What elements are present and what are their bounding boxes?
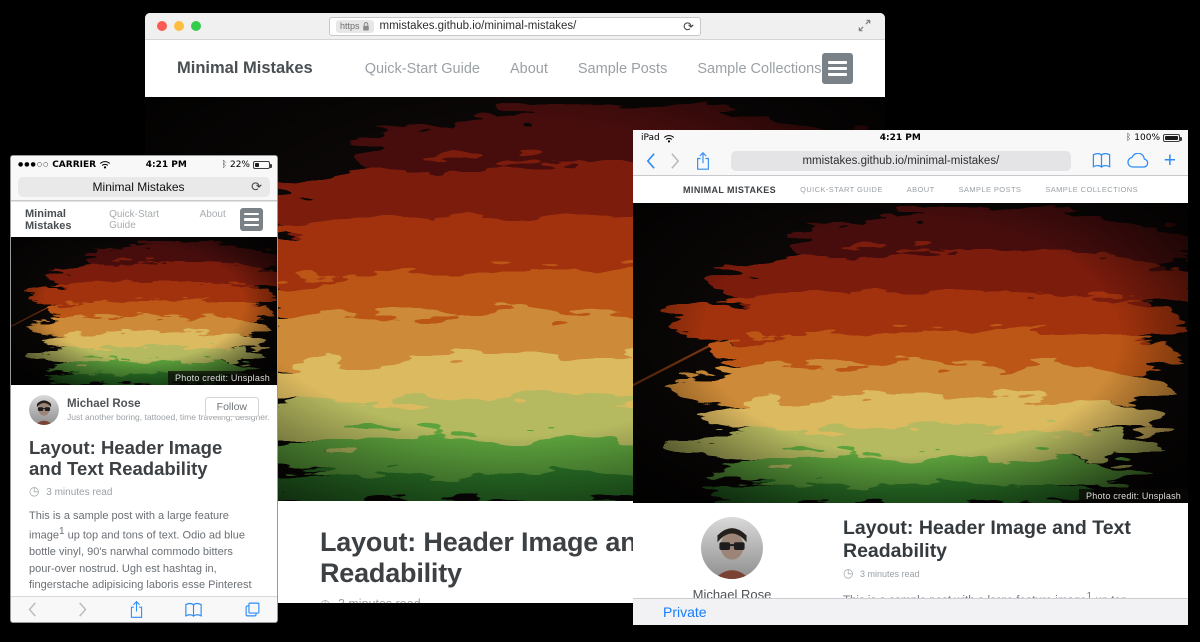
read-time: 3 minutes read [860,569,920,579]
post-title: Layout: Header Image and Text Readabilit… [29,437,259,480]
post-paragraph: This is a sample post with a large featu… [29,508,259,598]
carrier-label: CARRIER [52,160,96,170]
clock-icon: ◷ [843,566,853,580]
battery-icon [253,161,270,169]
post-paragraph: This is a sample post with a large featu… [843,589,1148,598]
post-meta: ◷ 3 minutes read [843,566,1148,580]
back-icon[interactable] [27,601,37,618]
https-badge: https [336,20,374,33]
battery-percent: 100% [1134,133,1160,143]
lock-icon [362,21,370,32]
status-time: 4:21 PM [111,160,222,170]
photo-credit-label: Photo credit: Unsplash [1079,489,1188,503]
leaves-photo [11,237,277,385]
menu-toggle-button[interactable] [240,208,263,231]
tabs-icon[interactable] [244,601,261,618]
browser-toolbar: https mmistakes.github.io/minimal-mistak… [145,13,885,40]
author-block: Michael Rose Just another boring, tattoo… [29,395,259,427]
site-masthead-mobile: Minimal Mistakes Quick-Start Guide About [11,201,277,237]
ipad-safari: iPad 4:21 PM ᛒ 100% mmistakes.github.io/… [633,130,1188,625]
nav-link-quick-start-guide[interactable]: Quick-Start Guide [800,185,883,194]
safari-toolbar: mmistakes.github.io/minimal-mistakes/ + [633,146,1188,176]
wifi-icon [99,160,111,169]
site-masthead: Minimal Mistakes Quick-Start Guide About… [145,40,885,97]
safari-bottom-toolbar [11,596,277,622]
nav-link-sample-posts[interactable]: Sample Posts [578,61,667,77]
zoom-window-icon[interactable] [191,21,201,31]
bookmarks-icon[interactable] [184,602,203,618]
post-article: Michael Rose Just another boring, tattoo… [11,385,277,598]
https-label: https [340,21,360,31]
clock-icon: ◷ [320,597,330,603]
wifi-icon [663,134,675,143]
bluetooth-icon: ᛒ [222,160,227,170]
window-controls [157,21,201,31]
site-title-link[interactable]: Minimal Mistakes [177,59,313,78]
follow-button[interactable]: Follow [205,397,259,417]
post-meta: ◷ 3 minutes read [29,484,259,498]
close-window-icon[interactable] [157,21,167,31]
menu-toggle-button[interactable] [822,53,853,84]
reload-icon[interactable]: ⟳ [251,180,262,193]
iphone-status-bar: ●●●○○ CARRIER 4:21 PM ᛒ 22% [11,156,277,173]
responsive-preview-stage: https mmistakes.github.io/minimal-mistak… [0,0,1200,642]
nav-link-about[interactable]: About [510,61,548,77]
ipad-address-bar[interactable]: mmistakes.github.io/minimal-mistakes/ [731,151,1071,171]
nav-link-sample-collections[interactable]: Sample Collections [1045,185,1138,194]
photo-credit-label: Photo credit: Unsplash [168,371,277,385]
author-block: Michael Rose Just another boring, tattoo… [663,517,801,598]
feature-image: Photo credit: Unsplash [11,237,277,385]
private-button[interactable]: Private [663,604,707,620]
site-title-link[interactable]: Minimal Mistakes [683,185,776,195]
battery-icon [1163,134,1180,142]
read-time: 3 minutes read [338,597,421,603]
icloud-tabs-icon[interactable] [1126,153,1150,169]
reload-icon[interactable]: ⟳ [683,20,694,33]
minimize-window-icon[interactable] [174,21,184,31]
page-title: Minimal Mistakes [26,180,251,194]
forward-icon[interactable] [78,601,88,618]
nav-link-about[interactable]: About [200,209,226,231]
status-time: 4:21 PM [675,133,1126,143]
battery-percent: 22% [230,160,250,170]
fullscreen-icon[interactable] [858,19,871,32]
author-avatar [701,566,763,583]
read-time: 3 minutes read [46,487,112,498]
nav-link-sample-collections[interactable]: Sample Collections [697,61,821,77]
feature-image: Photo credit: Unsplash [633,203,1188,503]
address-bar[interactable]: https mmistakes.github.io/minimal-mistak… [329,17,701,36]
nav-link-about[interactable]: About [907,185,935,194]
paragraph-text: up top and tons of text. Odio ad blue bo… [29,530,259,598]
private-browsing-bar: Private [633,598,1188,625]
new-tab-icon[interactable]: + [1164,150,1176,171]
nav-link-quick-start-guide[interactable]: Quick-Start Guide [365,61,480,77]
iphone-safari: ●●●○○ CARRIER 4:21 PM ᛒ 22% Minimal Mist… [10,155,278,623]
url-text: mmistakes.github.io/minimal-mistakes/ [731,155,1071,167]
back-icon[interactable] [645,152,656,170]
author-name: Michael Rose [663,584,801,598]
ipad-status-bar: iPad 4:21 PM ᛒ 100% [633,130,1188,146]
clock-icon: ◷ [29,484,39,498]
iphone-address-bar[interactable]: Minimal Mistakes ⟳ [18,177,270,197]
url-text: mmistakes.github.io/minimal-mistakes/ [380,20,678,32]
site-nav: Quick-Start Guide About Sample Posts Sam… [365,61,822,77]
author-avatar [29,395,59,425]
post-article: Michael Rose Just another boring, tattoo… [633,503,1188,598]
site-title-link[interactable]: Minimal Mistakes [25,208,109,232]
forward-icon[interactable] [670,152,681,170]
share-icon[interactable] [695,151,711,171]
share-icon[interactable] [129,600,144,619]
signal-strength-icon: ●●●○○ [18,161,49,168]
bluetooth-icon: ᛒ [1126,133,1131,143]
post-title: Layout: Header Image and Text Readabilit… [843,517,1148,563]
leaves-photo [633,203,1188,503]
iphone-url-row: Minimal Mistakes ⟳ [11,173,277,201]
site-masthead-tablet: Minimal Mistakes Quick-Start Guide About… [633,176,1188,203]
nav-link-sample-posts[interactable]: Sample Posts [959,185,1022,194]
bookmarks-icon[interactable] [1091,152,1112,169]
device-label: iPad [641,133,660,143]
nav-link-quick-start-guide[interactable]: Quick-Start Guide [109,209,180,231]
